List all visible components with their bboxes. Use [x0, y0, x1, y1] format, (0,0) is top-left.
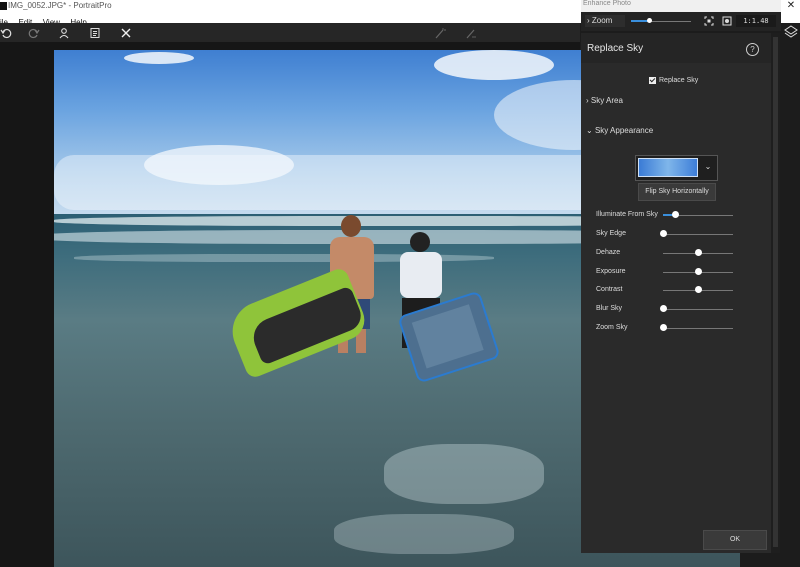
slider-blur-sky[interactable]: Blur Sky [596, 303, 736, 315]
flip-sky-button[interactable]: Flip Sky Horizontally [638, 183, 716, 201]
panel-scrollbar[interactable] [771, 33, 780, 553]
slider-contrast[interactable]: Contrast [596, 284, 736, 296]
slider-label: Exposure [596, 268, 626, 275]
person-icon[interactable] [54, 23, 74, 42]
slider-zoom-sky[interactable]: Zoom Sky [596, 322, 736, 334]
sky-appearance-label: Sky Appearance [594, 126, 654, 135]
window-title: IMG_0052.JPG* - PortraitPro [8, 1, 112, 10]
sky-picker[interactable]: ⌄ [635, 155, 718, 181]
enhance-photo-title: Enhance Photo [583, 0, 631, 7]
zoom-value: 1:1.48 [736, 15, 776, 27]
zoom-label: Zoom [591, 16, 613, 25]
redo-icon[interactable] [24, 23, 44, 42]
slider-label: Blur Sky [596, 305, 623, 312]
slider-sky-edge[interactable]: Sky Edge [596, 228, 736, 240]
window-close-icon[interactable]: ✕ [782, 0, 800, 12]
slider-knob[interactable] [659, 305, 667, 312]
slider-label: Contrast [596, 286, 623, 293]
slider-knob[interactable] [659, 230, 667, 237]
slider-label: Illuminate From Sky [596, 211, 658, 218]
slider-knob[interactable] [694, 268, 702, 275]
app-icon [0, 2, 7, 10]
close-icon[interactable] [116, 23, 136, 42]
notes-icon[interactable] [85, 23, 105, 42]
toolbar [0, 23, 580, 42]
enhance-photo-bar: Enhance Photo [581, 0, 781, 12]
slider-dehaze[interactable]: Dehaze [596, 247, 736, 259]
replace-sky-panel: Replace Sky ? Replace Sky › Sky Area ⌄ S… [581, 33, 771, 553]
wand-icon[interactable] [430, 23, 450, 42]
slider-knob[interactable] [672, 211, 680, 218]
slider-knob[interactable] [694, 249, 702, 256]
layers-icon[interactable] [782, 23, 800, 41]
slider-track[interactable] [663, 309, 733, 310]
wand-alt-icon[interactable] [461, 23, 481, 42]
help-icon[interactable]: ? [746, 43, 759, 56]
actual-size-icon[interactable] [722, 16, 732, 26]
slider-track[interactable] [663, 234, 733, 235]
slider-label: Zoom Sky [596, 324, 628, 331]
fit-to-screen-icon[interactable] [704, 16, 714, 26]
sky-appearance-section[interactable]: ⌄ Sky Appearance [586, 126, 653, 135]
checkbox-icon[interactable] [649, 77, 656, 85]
slider-label: Dehaze [596, 249, 621, 256]
slider-knob[interactable] [659, 324, 667, 331]
sky-area-label: Sky Area [590, 96, 623, 105]
ok-button[interactable]: OK [703, 530, 767, 550]
sky-area-section[interactable]: › Sky Area [586, 96, 623, 105]
slider-knob[interactable] [694, 286, 702, 293]
zoom-bar: › Zoom 1:1.48 [581, 12, 781, 31]
replace-sky-label: Replace Sky [659, 77, 699, 85]
panel-title: Replace Sky [587, 43, 644, 54]
panel-header: Replace Sky ? [581, 33, 771, 63]
zoom-toggle[interactable]: › Zoom [585, 15, 625, 27]
slider-illuminate-from-sky[interactable]: Illuminate From Sky [596, 209, 736, 221]
undo-icon[interactable] [0, 23, 16, 42]
slider-label: Sky Edge [596, 230, 626, 237]
chevron-down-icon[interactable]: ⌄ [702, 161, 714, 173]
zoom-slider-knob[interactable] [647, 18, 652, 23]
replace-sky-checkbox[interactable]: Replace Sky [649, 72, 699, 85]
scrollbar-thumb[interactable] [773, 37, 778, 547]
slider-track[interactable] [663, 328, 733, 329]
sky-thumbnail[interactable] [638, 158, 698, 177]
slider-exposure[interactable]: Exposure [596, 266, 736, 278]
